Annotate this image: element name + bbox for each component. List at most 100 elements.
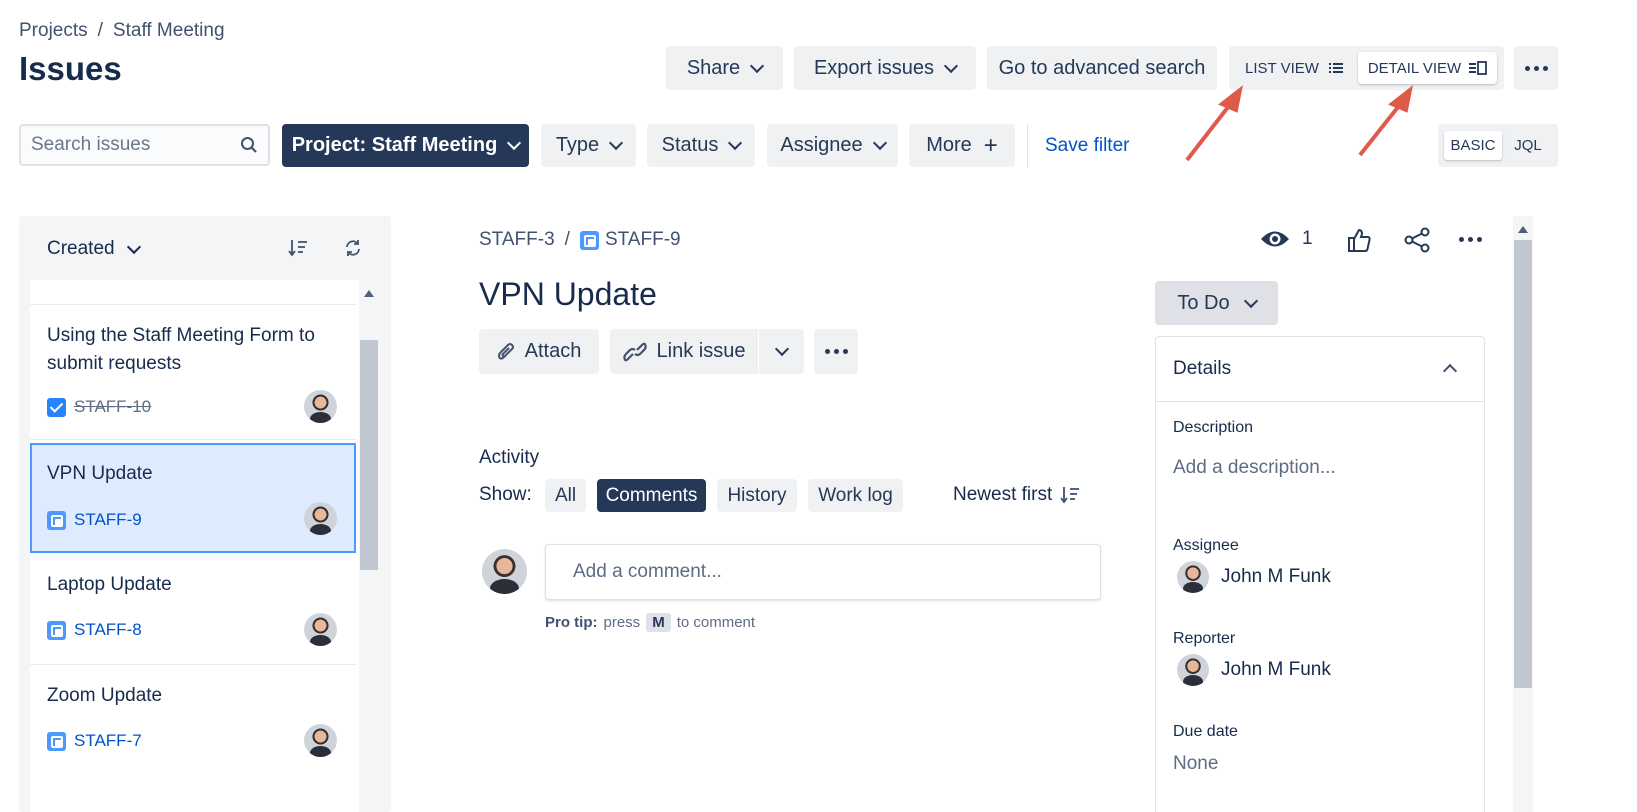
status-label: To Do bbox=[1177, 291, 1230, 314]
issue-key-link[interactable]: STAFF-9 bbox=[605, 229, 681, 251]
project-filter-button[interactable]: Project: Staff Meeting bbox=[282, 124, 529, 167]
assignee-field[interactable]: John M Funk bbox=[1177, 561, 1331, 593]
list-scroll-up-icon[interactable] bbox=[364, 290, 374, 297]
attach-label: Attach bbox=[524, 340, 582, 362]
list-item-key-text: STAFF-9 bbox=[74, 510, 142, 529]
list-item-key[interactable]: STAFF-7 bbox=[47, 731, 142, 751]
avatar bbox=[304, 502, 337, 535]
basic-mode-button[interactable]: BASIC bbox=[1444, 131, 1502, 160]
comment-input[interactable]: Add a comment... bbox=[545, 544, 1101, 600]
attach-button[interactable]: Attach bbox=[479, 329, 599, 374]
breadcrumb-project[interactable]: Staff Meeting bbox=[113, 20, 225, 42]
sort-order-icon[interactable] bbox=[288, 239, 308, 257]
watchers-count: 1 bbox=[1302, 228, 1313, 249]
activity-tab-all[interactable]: All bbox=[545, 479, 586, 512]
list-item-title-line2: submit requests bbox=[47, 353, 182, 374]
link-issue-button[interactable]: Link issue bbox=[610, 329, 758, 374]
details-heading: Details bbox=[1173, 358, 1232, 379]
description-label: Description bbox=[1173, 419, 1254, 436]
list-item[interactable] bbox=[30, 280, 356, 305]
avatar bbox=[304, 390, 337, 423]
jql-mode-button[interactable]: JQL bbox=[1506, 131, 1550, 160]
export-issues-button[interactable]: Export issues bbox=[794, 46, 976, 90]
type-filter-button[interactable]: Type bbox=[541, 124, 636, 167]
assignee-filter-button[interactable]: Assignee bbox=[767, 124, 898, 167]
list-item-key[interactable]: STAFF-10 bbox=[47, 397, 151, 417]
watch-button[interactable]: 1 bbox=[1260, 228, 1313, 250]
list-view-label: LIST VIEW bbox=[1245, 59, 1319, 77]
type-filter-label: Type bbox=[555, 134, 600, 156]
chevron-down-icon bbox=[1243, 293, 1258, 308]
share-button[interactable]: Share bbox=[666, 46, 783, 90]
advanced-search-label: Go to advanced search bbox=[998, 56, 1206, 79]
activity-tab-work-log[interactable]: Work log bbox=[808, 479, 903, 512]
list-item-key[interactable]: STAFF-8 bbox=[47, 620, 142, 640]
like-icon[interactable] bbox=[1346, 227, 1372, 253]
activity-sort-button[interactable]: Newest first bbox=[953, 484, 1080, 506]
assignee-label: Assignee bbox=[1173, 537, 1239, 554]
activity-tab-history[interactable]: History bbox=[717, 479, 797, 512]
arrow-head-list-view bbox=[1218, 85, 1244, 113]
details-panel: Details Description Add a description...… bbox=[1155, 336, 1485, 812]
list-item[interactable]: Laptop Update STAFF-8 bbox=[30, 555, 356, 665]
breadcrumb-projects[interactable]: Projects bbox=[19, 20, 88, 42]
detail-view-icon bbox=[1469, 61, 1488, 75]
activity-heading: Activity bbox=[479, 447, 540, 468]
status-button[interactable]: To Do bbox=[1155, 281, 1278, 325]
issue-actions-more-button[interactable] bbox=[814, 329, 858, 374]
pro-tip-label: Pro tip: bbox=[545, 614, 598, 631]
due-date-field[interactable]: None bbox=[1173, 753, 1218, 775]
search-placeholder: Search issues bbox=[31, 134, 151, 155]
reporter-avatar bbox=[1177, 654, 1209, 686]
pro-tip-rest: to comment bbox=[676, 614, 756, 631]
issue-more-icon[interactable] bbox=[1459, 237, 1482, 242]
sort-order-icon bbox=[1060, 487, 1080, 504]
chevron-down-icon bbox=[728, 135, 743, 151]
list-item-title: VPN Update bbox=[47, 463, 153, 484]
more-filters-button[interactable]: More + bbox=[909, 124, 1015, 167]
sort-dropdown[interactable]: Created bbox=[47, 238, 141, 260]
share-icon[interactable] bbox=[1403, 227, 1431, 253]
list-item-title: Using the Staff Meeting Form to submit r… bbox=[47, 322, 315, 378]
more-actions-button[interactable] bbox=[1514, 46, 1558, 90]
description-field[interactable]: Add a description... bbox=[1173, 457, 1336, 479]
refresh-icon[interactable] bbox=[343, 238, 363, 258]
list-item-key-text: STAFF-10 bbox=[74, 397, 152, 416]
activity-tab-comments[interactable]: Comments bbox=[597, 479, 706, 512]
chevron-up-icon[interactable] bbox=[1442, 363, 1458, 379]
eye-icon bbox=[1261, 231, 1289, 247]
subtask-icon bbox=[47, 731, 66, 751]
status-filter-button[interactable]: Status bbox=[647, 124, 755, 167]
details-header[interactable]: Details bbox=[1156, 337, 1484, 402]
link-issue-dropdown[interactable] bbox=[759, 329, 804, 374]
comment-placeholder: Add a comment... bbox=[573, 561, 722, 582]
export-label: Export issues bbox=[813, 56, 935, 79]
subtask-icon bbox=[579, 230, 599, 250]
breadcrumb-separator: / bbox=[97, 20, 103, 41]
parent-issue-link[interactable]: STAFF-3 bbox=[479, 229, 555, 251]
status-filter-label: Status bbox=[661, 134, 719, 156]
project-filter-label: Project: Staff Meeting bbox=[291, 134, 498, 156]
save-filter-link[interactable]: Save filter bbox=[1045, 135, 1129, 157]
list-scrollbar-thumb[interactable] bbox=[360, 340, 378, 570]
issue-title[interactable]: VPN Update bbox=[479, 276, 657, 313]
list-item-selected[interactable]: VPN Update STAFF-9 bbox=[30, 443, 356, 553]
activity-sort-label: Newest first bbox=[953, 484, 1053, 505]
list-item[interactable]: Zoom Update STAFF-7 bbox=[30, 666, 356, 812]
reporter-name: John M Funk bbox=[1221, 659, 1331, 680]
avatar bbox=[304, 724, 337, 757]
list-icon bbox=[1328, 63, 1343, 73]
list-item-key-text: STAFF-8 bbox=[74, 620, 142, 639]
issue-breadcrumb-separator: / bbox=[564, 229, 570, 250]
search-input[interactable]: Search issues bbox=[19, 124, 270, 166]
detail-scrollbar-thumb[interactable] bbox=[1514, 240, 1532, 688]
breadcrumb: Projects / Staff Meeting bbox=[19, 20, 225, 42]
list-item[interactable]: Using the Staff Meeting Form to submit r… bbox=[30, 306, 356, 440]
reporter-label: Reporter bbox=[1173, 630, 1236, 647]
list-item-key[interactable]: STAFF-9 bbox=[47, 510, 142, 530]
pro-tip-key: M bbox=[646, 613, 671, 632]
pro-tip-press: press bbox=[603, 614, 641, 631]
chevron-down-icon bbox=[943, 58, 959, 73]
reporter-field[interactable]: John M Funk bbox=[1177, 654, 1331, 686]
detail-scroll-up-icon[interactable] bbox=[1518, 226, 1528, 233]
